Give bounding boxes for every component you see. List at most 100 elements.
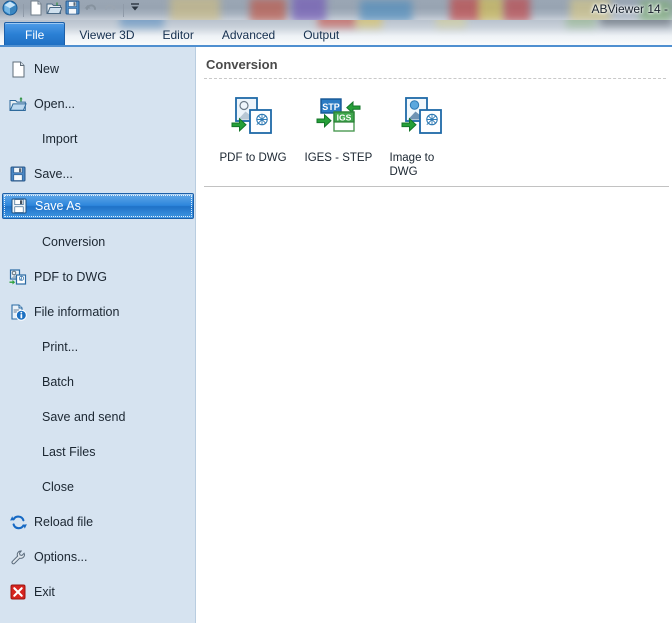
glass-reflection <box>170 0 220 20</box>
sidebar-item-label: PDF to DWG <box>34 270 107 284</box>
new-file-icon[interactable] <box>29 0 43 20</box>
sidebar-item-reload-file[interactable]: Reload file <box>0 508 196 536</box>
blank-icon <box>8 232 28 252</box>
conversion-item-list: PDF to DWG STP IGS IGES - STEP <box>211 91 466 179</box>
sidebar-item-options[interactable]: Options... <box>0 543 196 571</box>
sidebar-item-label: Save... <box>34 167 73 181</box>
backstage-content-pane: Conversion PDF to DWG ST <box>197 47 672 623</box>
page-title: Conversion <box>206 57 278 72</box>
svg-text:STP: STP <box>322 102 340 112</box>
toolbar-separator <box>23 4 24 17</box>
tab-advanced-label: Advanced <box>222 28 275 42</box>
sidebar-item-label: Import <box>42 132 77 146</box>
tab-output-label: Output <box>303 28 339 42</box>
blank-icon <box>8 129 28 149</box>
open-folder-icon <box>8 94 28 114</box>
sidebar-item-print[interactable]: Print... <box>0 333 196 361</box>
blank-icon <box>8 477 28 497</box>
glass-reflection <box>360 0 412 20</box>
sidebar-item-label: New <box>34 62 59 76</box>
pdf-to-dwg-convert-icon <box>230 95 278 143</box>
conversion-item-image-to-dwg[interactable]: Image to DWG <box>381 91 466 179</box>
exit-label-text: Exit <box>34 585 55 599</box>
wrench-icon <box>8 547 28 567</box>
app-menu-icon[interactable] <box>2 0 18 20</box>
sidebar-item-save-as[interactable]: Save As <box>2 193 194 219</box>
sidebar-item-exit[interactable]: Exit <box>0 578 196 606</box>
glass-reflection <box>436 20 466 28</box>
sidebar-item-pdf-to-dwg[interactable]: PDF to DWG <box>0 263 196 291</box>
glass-reflection <box>356 20 382 28</box>
conversion-item-label: PDF to DWG <box>220 151 288 165</box>
conversion-item-label: Image to DWG <box>390 151 458 179</box>
sidebar-item-label: Save and send <box>42 410 125 424</box>
glass-reflection <box>600 20 672 26</box>
window-title: ABViewer 14 - <box>592 2 668 16</box>
sidebar-item-label: Close <box>42 480 74 494</box>
tab-editor-label: Editor <box>162 28 193 42</box>
blank-icon <box>8 442 28 462</box>
tab-editor[interactable]: Editor <box>148 23 207 46</box>
customize-qat-icon[interactable] <box>129 1 141 20</box>
glass-reflection <box>478 0 504 20</box>
blank-icon <box>8 337 28 357</box>
sidebar-item-label: File information <box>34 305 119 319</box>
glass-reflection <box>292 0 326 20</box>
sidebar-item-label: Last Files <box>42 445 96 459</box>
tab-advanced[interactable]: Advanced <box>208 23 289 46</box>
sidebar-item-label: Conversion <box>42 235 105 249</box>
quick-access-toolbar <box>2 0 141 20</box>
sidebar-item-conversion[interactable]: Conversion <box>0 228 196 256</box>
focus-ring <box>4 195 192 217</box>
iges-step-convert-icon: STP IGS <box>315 95 363 143</box>
undo-icon[interactable] <box>83 0 99 20</box>
sidebar-item-label: Exit <box>34 585 55 599</box>
sidebar-item-label: Save As <box>35 199 81 213</box>
sidebar-item-label: Options... <box>34 550 88 564</box>
sidebar-item-file-information[interactable]: File information <box>0 298 196 326</box>
sidebar-item-new[interactable]: New <box>0 55 196 83</box>
svg-text:IGS: IGS <box>336 112 351 122</box>
tab-file-label: File <box>25 28 44 42</box>
tab-viewer-3d-label: Viewer 3D <box>79 28 134 42</box>
glass-reflection <box>504 0 530 20</box>
title-bar: ABViewer 14 - <box>0 0 672 20</box>
sidebar-item-last-files[interactable]: Last Files <box>0 438 196 466</box>
glass-reflection <box>250 0 286 20</box>
toolbar-separator <box>123 4 124 17</box>
sidebar-item-open[interactable]: Open... <box>0 90 196 118</box>
floppy-disk-icon <box>9 196 29 216</box>
ribbon-tab-strip: File Viewer 3D Editor Advanced Output <box>0 20 672 46</box>
pdf-to-dwg-icon <box>8 267 28 287</box>
tab-strip-underline <box>0 45 672 47</box>
sidebar-item-label: Print... <box>42 340 78 354</box>
blank-icon <box>8 372 28 392</box>
blank-icon <box>8 407 28 427</box>
file-info-icon <box>8 302 28 322</box>
glass-reflection <box>566 20 596 28</box>
conversion-item-label: IGES - STEP <box>305 151 373 165</box>
conversion-item-pdf-to-dwg[interactable]: PDF to DWG <box>211 91 296 165</box>
sidebar-item-save-and-send[interactable]: Save and send <box>0 403 196 431</box>
save-file-icon[interactable] <box>65 0 80 20</box>
title-separator <box>204 78 666 79</box>
sidebar-item-label: Open... <box>34 97 75 111</box>
glass-reflection <box>450 0 480 20</box>
tab-viewer-3d[interactable]: Viewer 3D <box>65 23 148 46</box>
redo-icon[interactable] <box>102 0 118 20</box>
open-folder-icon[interactable] <box>46 0 62 20</box>
sidebar-item-batch[interactable]: Batch <box>0 368 196 396</box>
exit-icon <box>8 582 28 602</box>
backstage-sidebar: New Open... Import Save... <box>0 47 196 623</box>
sidebar-item-label: Reload file <box>34 515 93 529</box>
section-separator <box>204 186 669 187</box>
sidebar-item-close[interactable]: Close <box>0 473 196 501</box>
sidebar-item-import[interactable]: Import <box>0 125 196 153</box>
sidebar-item-save[interactable]: Save... <box>0 160 196 188</box>
tab-output[interactable]: Output <box>289 23 353 46</box>
tab-file[interactable]: File <box>4 22 65 46</box>
image-to-dwg-convert-icon <box>400 95 448 143</box>
conversion-item-iges-step[interactable]: STP IGS IGES - STEP <box>296 91 381 165</box>
reload-icon <box>8 512 28 532</box>
floppy-disk-icon <box>8 164 28 184</box>
